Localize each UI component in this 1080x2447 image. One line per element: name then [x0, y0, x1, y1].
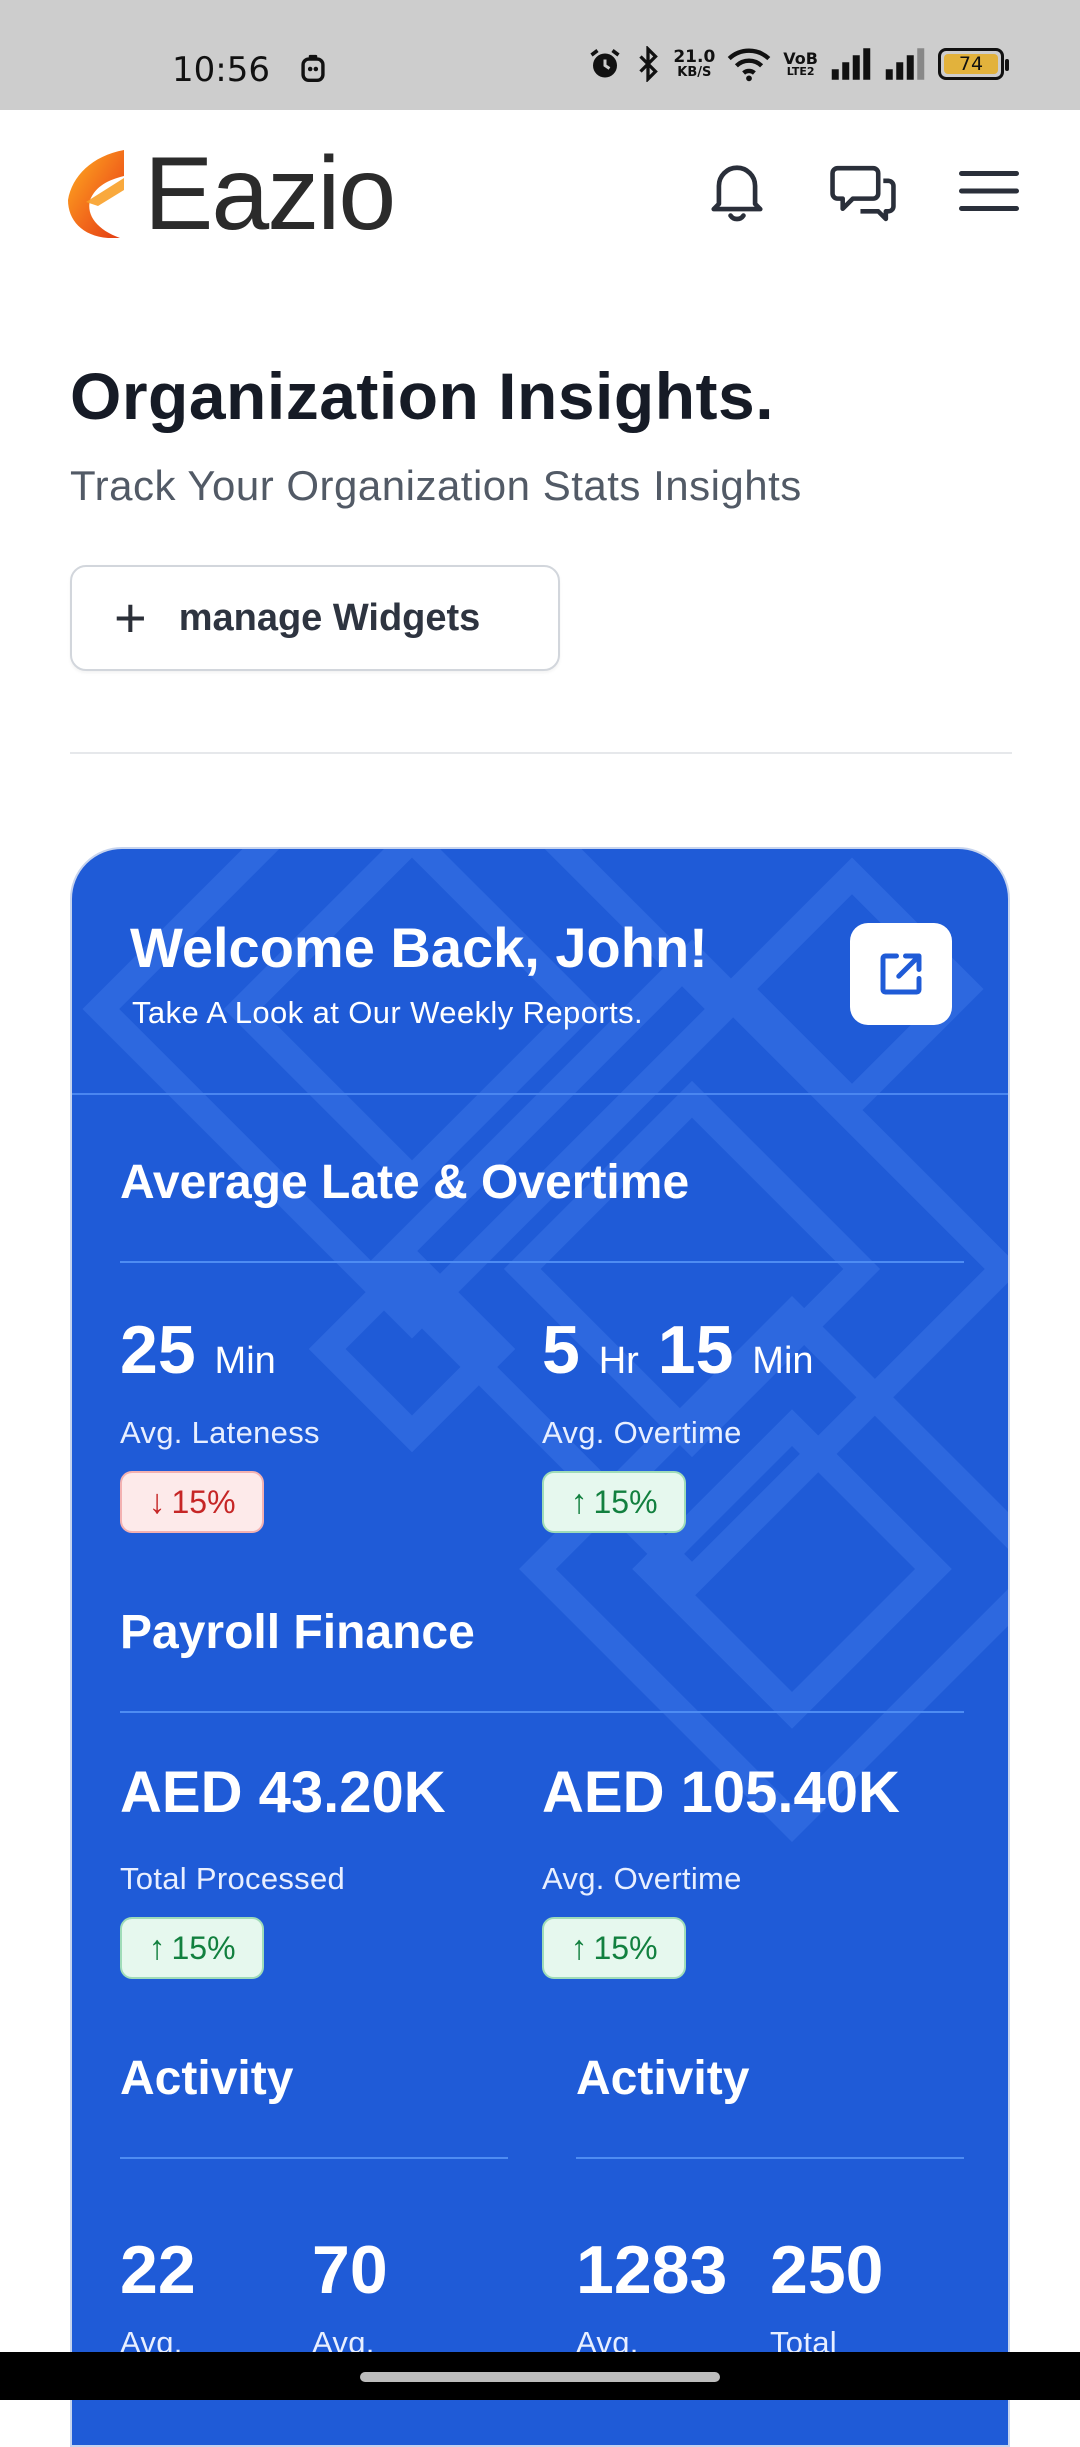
section-divider [120, 2157, 508, 2159]
avg-lateness-label: Avg. Lateness [120, 1415, 320, 1450]
alarm-icon [590, 49, 620, 78]
payroll-overtime-value: AED 105.40K [542, 1760, 900, 1825]
activity-right-value-1: 1283 [576, 2232, 728, 2308]
section-divider [120, 1261, 964, 1263]
arrow-up-icon: ↑ [570, 1482, 588, 1521]
manage-widgets-button[interactable]: + manage Widgets [70, 565, 560, 671]
app-notification-icon [301, 54, 325, 83]
chat-icon[interactable] [828, 156, 898, 226]
weekly-report-card: Welcome Back, John! Take A Look at Our W… [70, 847, 1010, 2447]
overtime-trend-badge: ↑ 15% [542, 1471, 686, 1533]
status-bar: 10:56 21.0 KB/S VoB LTE2 74 [0, 0, 1080, 110]
section-divider [120, 1711, 964, 1713]
section-title-payroll: Payroll Finance [120, 1606, 475, 1659]
activity-right-value-2: 250 [770, 2232, 884, 2308]
app-header: Eazio [0, 110, 1080, 280]
wifi-icon [728, 48, 771, 82]
avg-overtime-value: 5 Hr 15 Min [542, 1312, 814, 1388]
processed-trend-badge: ↑ 15% [120, 1917, 264, 1979]
welcome-heading: Welcome Back, John! [130, 916, 708, 979]
signal-icon-2 [885, 48, 925, 80]
menu-icon[interactable] [954, 156, 1024, 226]
payroll-overtime-label: Avg. Overtime [542, 1861, 742, 1896]
total-processed-label: Total Processed [120, 1861, 346, 1896]
payroll-overtime-trend-badge: ↑ 15% [542, 1917, 686, 1979]
avg-lateness-value: 25 Min [120, 1312, 276, 1388]
card-header: Welcome Back, John! Take A Look at Our W… [72, 849, 1008, 1095]
activity-left-value-2: 70 [312, 2232, 388, 2308]
network-speed: 21.0 KB/S [673, 47, 716, 80]
open-reports-button[interactable] [850, 923, 952, 1025]
battery-icon: 74 [938, 48, 1009, 80]
external-link-icon [880, 953, 922, 995]
total-processed-value: AED 43.20K [120, 1760, 446, 1825]
manage-widgets-label: manage Widgets [178, 596, 481, 639]
bluetooth-icon [639, 46, 659, 82]
page-title: Organization Insights. [70, 359, 775, 433]
activity-left-value-1: 22 [120, 2232, 196, 2308]
lateness-trend-badge: ↓ 15% [120, 1471, 264, 1533]
logo[interactable]: Eazio [68, 136, 396, 252]
welcome-subtitle: Take A Look at Our Weekly Reports. [132, 995, 643, 1030]
page-subtitle: Track Your Organization Stats Insights [70, 462, 802, 509]
home-indicator[interactable] [360, 2372, 720, 2382]
signal-icon-1 [831, 48, 871, 80]
status-time: 10:56 [172, 50, 270, 90]
divider [70, 752, 1012, 754]
volte-indicator: VoB LTE2 [783, 48, 818, 78]
arrow-down-icon: ↓ [148, 1482, 166, 1521]
plus-icon: + [114, 586, 147, 649]
arrow-up-icon: ↑ [148, 1928, 166, 1967]
section-title-activity: Activity [576, 2052, 750, 2105]
arrow-up-icon: ↑ [570, 1928, 588, 1967]
section-divider [576, 2157, 964, 2159]
section-title-late-overtime: Average Late & Overtime [120, 1156, 690, 1209]
bell-icon[interactable] [702, 156, 772, 226]
avg-overtime-label: Avg. Overtime [542, 1415, 742, 1450]
section-title-activity: Activity [120, 2052, 294, 2105]
logo-mark-icon [68, 150, 124, 238]
status-right-icons: 21.0 KB/S VoB LTE2 74 [587, 46, 1009, 82]
logo-text: Eazio [144, 136, 396, 252]
